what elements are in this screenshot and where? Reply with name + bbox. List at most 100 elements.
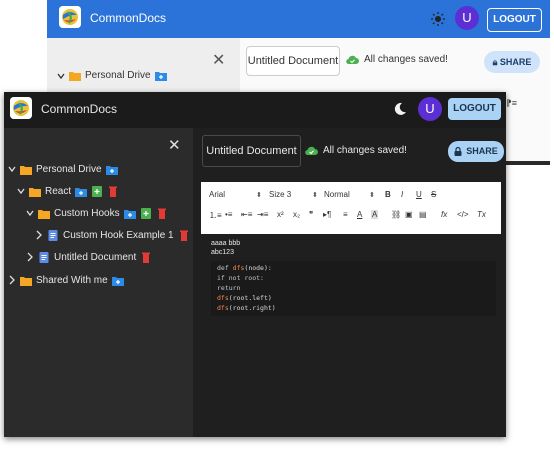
save-status-text: All changes saved! bbox=[323, 145, 407, 156]
tree-item-personal-drive[interactable]: Personal Drive bbox=[8, 160, 118, 178]
logout-button[interactable]: LOGOUT bbox=[487, 8, 542, 32]
code-line: return bbox=[217, 284, 241, 292]
chevron-down-icon[interactable] bbox=[26, 208, 34, 218]
tree-item-untitled-document[interactable]: Untitled Document bbox=[26, 248, 152, 266]
blockquote-button[interactable]: ❞ bbox=[309, 210, 313, 219]
app-logo-icon bbox=[59, 6, 81, 28]
save-status-text: All changes saved! bbox=[364, 54, 448, 65]
outdent-icon[interactable]: ⇤≡ bbox=[241, 210, 252, 219]
formula-button[interactable]: fx bbox=[441, 210, 447, 219]
new-doc-icon[interactable] bbox=[91, 185, 103, 197]
new-folder-icon[interactable] bbox=[111, 275, 124, 286]
share-button[interactable]: 🔒︎ SHARE bbox=[484, 51, 540, 73]
code-line: if not root: bbox=[217, 274, 264, 282]
moon-icon[interactable] bbox=[393, 102, 407, 116]
folder-icon bbox=[69, 72, 81, 81]
subscript-button[interactable]: x₂ bbox=[293, 210, 300, 219]
size-select[interactable]: Size 3 bbox=[269, 190, 291, 199]
underline-button[interactable]: U bbox=[416, 190, 422, 199]
text-color-icon[interactable]: A bbox=[357, 210, 362, 219]
text-direction-icon[interactable]: ▸¶ bbox=[323, 210, 331, 219]
video-icon[interactable]: ▤ bbox=[419, 210, 427, 219]
bold-button[interactable]: B bbox=[385, 190, 391, 199]
new-doc-icon[interactable] bbox=[140, 207, 152, 219]
link-icon[interactable]: ⛓︎ bbox=[391, 210, 401, 219]
chevron-updown-icon[interactable]: ⬍ bbox=[309, 190, 318, 199]
code-block[interactable]: def dfs(node): if not root: return dfs(r… bbox=[211, 261, 496, 316]
chevron-updown-icon[interactable]: ⬍ bbox=[253, 190, 262, 199]
chevron-down-icon[interactable] bbox=[57, 71, 65, 81]
close-icon[interactable]: ✕ bbox=[168, 136, 181, 154]
toolbar-fragment-icon: ⁋≡ bbox=[506, 98, 517, 108]
background-color-icon[interactable]: A bbox=[371, 210, 379, 219]
delete-icon[interactable] bbox=[107, 186, 119, 197]
code-line: dfs(root.right) bbox=[217, 304, 276, 312]
superscript-button[interactable]: x² bbox=[277, 210, 284, 219]
chevron-down-icon[interactable] bbox=[8, 164, 16, 174]
editor-content[interactable]: aaaa bbb abc123 bbox=[211, 239, 240, 257]
new-folder-icon[interactable] bbox=[154, 70, 167, 81]
new-folder-icon[interactable] bbox=[123, 208, 136, 219]
chevron-right-icon[interactable] bbox=[8, 275, 16, 285]
editor-line: aaaa bbb bbox=[211, 240, 241, 247]
tree-item-label: Personal Drive bbox=[85, 70, 151, 81]
delete-icon[interactable] bbox=[156, 208, 168, 219]
folder-icon bbox=[20, 276, 32, 286]
code-line: dfs(root.left) bbox=[217, 294, 272, 302]
tree-item-shared-with-me[interactable]: Shared With me bbox=[8, 271, 124, 289]
tree-item-root[interactable]: Personal Drive bbox=[57, 70, 167, 81]
lock-icon: 🔒︎ bbox=[492, 57, 498, 67]
share-label: SHARE bbox=[466, 146, 498, 156]
new-folder-icon[interactable] bbox=[75, 186, 88, 197]
code-block-button[interactable]: </> bbox=[457, 210, 469, 219]
tree-item-label: Personal Drive bbox=[36, 163, 102, 175]
editor-toolbar: Arial ⬍ Size 3 ⬍ Normal ⬍ B I U S ⒈≡ •≡ … bbox=[201, 182, 501, 234]
bullet-list-icon[interactable]: •≡ bbox=[225, 210, 232, 219]
indent-icon[interactable]: ⇥≡ bbox=[257, 210, 268, 219]
chevron-right-icon[interactable] bbox=[26, 252, 34, 262]
clear-format-button[interactable]: Tx bbox=[477, 210, 486, 219]
document-icon bbox=[48, 229, 58, 241]
header-bar: CommonDocs U LOGOUT bbox=[4, 92, 506, 128]
chevron-updown-icon[interactable]: ⬍ bbox=[366, 190, 375, 199]
close-icon[interactable]: ✕ bbox=[212, 50, 225, 70]
cloud-check-icon bbox=[305, 146, 318, 155]
avatar[interactable]: U bbox=[418, 97, 442, 121]
folder-icon bbox=[38, 209, 50, 219]
tree-item-label: Custom Hook Example 1 bbox=[63, 229, 174, 241]
doc-name-field[interactable]: Untitled Document bbox=[246, 46, 340, 76]
save-status: All changes saved! bbox=[305, 145, 407, 156]
logout-button[interactable]: LOGOUT bbox=[448, 98, 501, 120]
align-icon[interactable]: ≡ bbox=[343, 210, 348, 219]
image-icon[interactable]: ▣ bbox=[405, 210, 413, 219]
editor-line: abc123 bbox=[211, 249, 234, 256]
main-panel: Untitled Document All changes saved! SHA… bbox=[193, 128, 506, 437]
editor-fragment bbox=[505, 161, 550, 165]
tree-item-custom-hooks[interactable]: Custom Hooks bbox=[26, 204, 168, 222]
sun-icon[interactable] bbox=[430, 11, 446, 27]
font-select[interactable]: Arial bbox=[209, 190, 225, 199]
tree-item-react[interactable]: React bbox=[17, 182, 119, 200]
delete-icon[interactable] bbox=[140, 252, 152, 263]
chevron-down-icon[interactable] bbox=[17, 186, 25, 196]
foreground-window: CommonDocs U LOGOUT ✕ Personal Drive Rea… bbox=[4, 92, 506, 437]
tree-item-label: React bbox=[45, 185, 72, 197]
chevron-right-icon[interactable] bbox=[35, 230, 43, 240]
ordered-list-icon[interactable]: ⒈≡ bbox=[209, 210, 222, 221]
new-folder-icon[interactable] bbox=[105, 164, 118, 175]
toolbar-row-1: Arial ⬍ Size 3 ⬍ Normal ⬍ B I U S bbox=[201, 186, 501, 206]
avatar[interactable]: U bbox=[455, 6, 479, 30]
doc-name-field[interactable]: Untitled Document bbox=[202, 135, 301, 167]
toolbar-row-2: ⒈≡ •≡ ⇤≡ ⇥≡ x² x₂ ❞ ▸¶ ≡ A A ⛓︎ ▣ ▤ fx <… bbox=[201, 206, 501, 226]
italic-button[interactable]: I bbox=[401, 190, 403, 199]
cloud-check-icon bbox=[346, 55, 359, 64]
app-title: CommonDocs bbox=[41, 102, 118, 116]
tree-item-custom-hook-example-1[interactable]: Custom Hook Example 1 bbox=[35, 226, 190, 244]
share-button[interactable]: SHARE bbox=[448, 141, 504, 162]
folder-icon bbox=[20, 165, 32, 175]
style-select[interactable]: Normal bbox=[324, 190, 350, 199]
strike-button[interactable]: S bbox=[431, 190, 436, 199]
code-line: def dfs(node): bbox=[217, 264, 272, 272]
tree-item-label: Shared With me bbox=[36, 274, 108, 286]
delete-icon[interactable] bbox=[178, 230, 190, 241]
